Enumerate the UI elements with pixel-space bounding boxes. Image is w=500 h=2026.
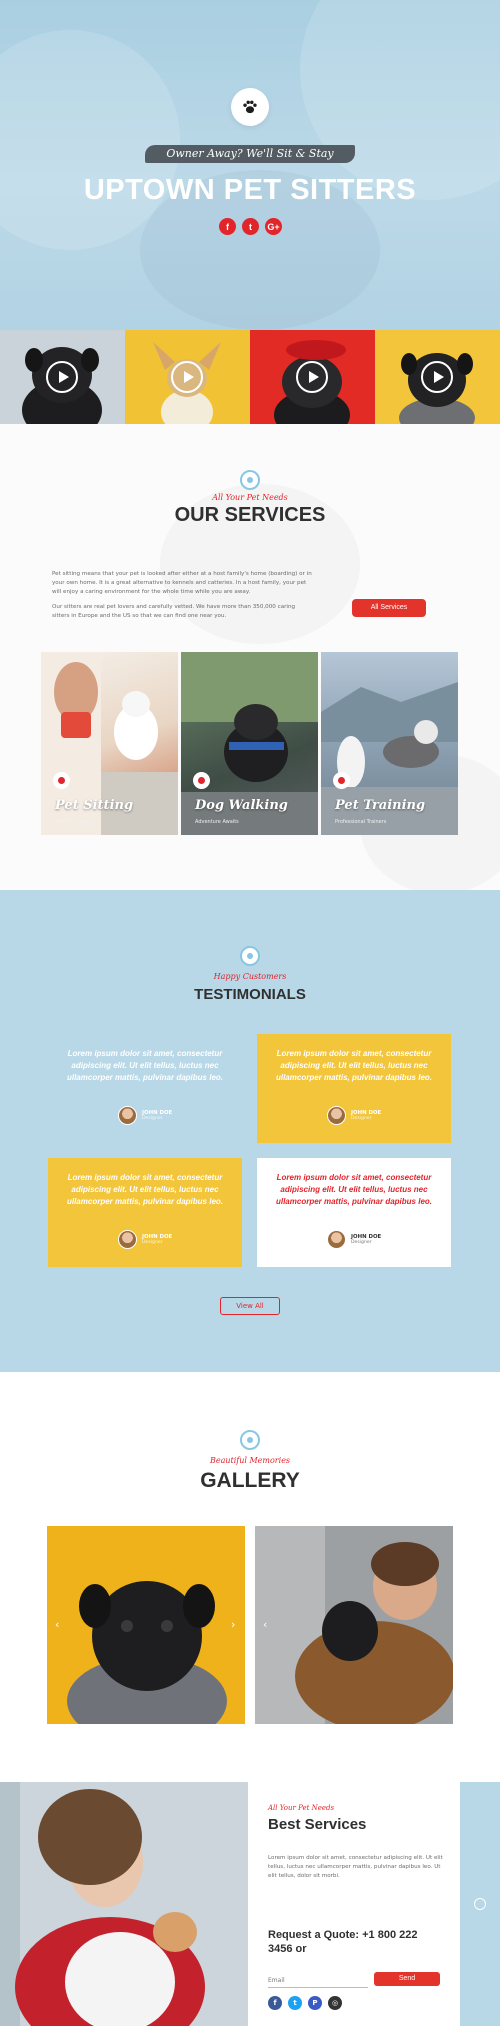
play-button-icon[interactable] [421, 361, 453, 393]
video-tile[interactable] [250, 330, 375, 424]
service-card-dog-walking[interactable]: Dog Walking Adventure Awaits [181, 652, 318, 835]
paw-logo-icon [231, 88, 269, 126]
testimonials-section: Happy Customers TESTIMONIALS Lorem ipsum… [0, 890, 500, 1372]
card-subtitle: Adventure Awaits [195, 819, 239, 825]
testimonial-card: Lorem ipsum dolor sit amet, consectetur … [257, 1034, 451, 1143]
testimonial-card: Lorem ipsum dolor sit amet, consectetur … [48, 1034, 242, 1143]
hero-bg-shape [300, 0, 500, 200]
cta-script: All Your Pet Needs [268, 1804, 335, 1812]
cta-social-links: f t P ◎ [268, 1996, 342, 2010]
gallery-prev-arrow[interactable]: ‹ [263, 1618, 267, 1631]
google-plus-icon[interactable]: G+ [265, 218, 282, 235]
testimonial-quote: Lorem ipsum dolor sit amet, consectetur … [66, 1173, 224, 1206]
facebook-icon[interactable]: f [219, 218, 236, 235]
service-card-pet-training[interactable]: Pet Training Professional Trainers [321, 652, 458, 835]
quote-heading: Request a Quote: +1 800 222 3456 or [268, 1929, 418, 1955]
play-button-icon[interactable] [46, 361, 78, 393]
services-paragraph: Pet sitting means that your pet is looke… [52, 571, 312, 595]
hero-title: UPTOWN PET SITTERS [83, 174, 417, 206]
twitter-icon[interactable]: t [288, 1996, 302, 2010]
gallery-next-arrow[interactable]: › [231, 1618, 235, 1631]
service-card-pet-sitting[interactable]: Pet Sitting Best Pet Lovers [41, 652, 178, 835]
testimonial-card: Lorem ipsum dolor sit amet, consectetur … [257, 1158, 451, 1267]
gallery-script: Beautiful Memories [209, 1456, 291, 1465]
services-badge-icon [240, 470, 260, 490]
author-role: Designer [351, 1240, 372, 1245]
testimonials-badge-icon [240, 946, 260, 966]
testimonials-script: Happy Customers [213, 972, 287, 981]
testimonial-card: Lorem ipsum dolor sit amet, consectetur … [48, 1158, 242, 1267]
services-title: OUR SERVICES [174, 504, 326, 526]
hero-section: Owner Away? We'll Sit & Stay UPTOWN PET … [0, 0, 500, 330]
cta-section: All Your Pet Needs Best Services Lorem i… [0, 1782, 500, 2026]
email-field[interactable]: Email [268, 1974, 368, 1988]
gallery-prev-arrow[interactable]: ‹ [55, 1618, 59, 1631]
video-tile[interactable] [375, 330, 500, 424]
man-hugging-dog-photo [255, 1526, 453, 1724]
card-title: Pet Sitting [55, 798, 134, 813]
testimonial-quote: Lorem ipsum dolor sit amet, consectetur … [66, 1049, 224, 1082]
instagram-icon[interactable]: ◎ [328, 1996, 342, 2010]
avatar [118, 1106, 137, 1125]
avatar [118, 1230, 137, 1249]
testimonial-author: JOHN DOE Designer [327, 1106, 381, 1125]
card-title: Dog Walking [195, 798, 288, 813]
avatar [327, 1230, 346, 1249]
gallery-image[interactable]: ‹ [255, 1526, 453, 1724]
testimonials-title: TESTIMONIALS [194, 986, 306, 1003]
testimonial-author: JOHN DOE Designer [327, 1230, 381, 1249]
testimonial-quote: Lorem ipsum dolor sit amet, consectetur … [275, 1173, 433, 1206]
send-button[interactable]: Send [374, 1972, 440, 1986]
gallery-image[interactable]: ‹ › [47, 1526, 245, 1724]
play-button-icon[interactable] [171, 361, 203, 393]
facebook-icon[interactable]: f [268, 1996, 282, 2010]
hero-tagline: Owner Away? We'll Sit & Stay [145, 145, 355, 163]
woman-with-dog-photo [0, 1782, 248, 2026]
avatar [327, 1106, 346, 1125]
cta-title: Best Services [268, 1816, 367, 1833]
gallery-title: GALLERY [200, 1469, 300, 1492]
gallery-badge-icon [240, 1430, 260, 1450]
video-strip [0, 330, 500, 424]
pug-sweater-photo [67, 1581, 227, 1724]
services-script: All Your Pet Needs [212, 493, 288, 502]
testimonial-quote: Lorem ipsum dolor sit amet, consectetur … [275, 1049, 433, 1082]
all-services-button[interactable]: All Services [352, 599, 426, 617]
author-role: Designer [142, 1116, 163, 1121]
pinterest-icon[interactable]: P [308, 1996, 322, 2010]
twitter-icon[interactable]: t [242, 218, 259, 235]
author-role: Designer [351, 1116, 372, 1121]
testimonial-author: JOHN DOE Designer [118, 1230, 172, 1249]
card-title: Pet Training [335, 798, 426, 813]
paw-icon [193, 772, 210, 789]
gallery-section: Beautiful Memories GALLERY ‹ › ‹ [0, 1372, 500, 1782]
video-tile[interactable] [0, 330, 125, 424]
hero-social-links: f t G+ [219, 218, 282, 235]
services-paragraph: Our sitters are real pet lovers and care… [52, 604, 296, 619]
chat-icon[interactable] [474, 1898, 486, 1910]
paw-icon [333, 772, 350, 789]
testimonial-author: JOHN DOE Designer [118, 1106, 172, 1125]
paw-icon [53, 772, 70, 789]
cta-paragraph: Lorem ipsum dolor sit amet, consectetur … [268, 1855, 443, 1879]
card-subtitle: Best Pet Lovers [55, 819, 94, 825]
view-all-button[interactable]: View All [220, 1297, 280, 1315]
video-tile[interactable] [125, 330, 250, 424]
card-subtitle: Professional Trainers [335, 819, 387, 825]
author-role: Designer [142, 1240, 163, 1245]
play-button-icon[interactable] [296, 361, 328, 393]
